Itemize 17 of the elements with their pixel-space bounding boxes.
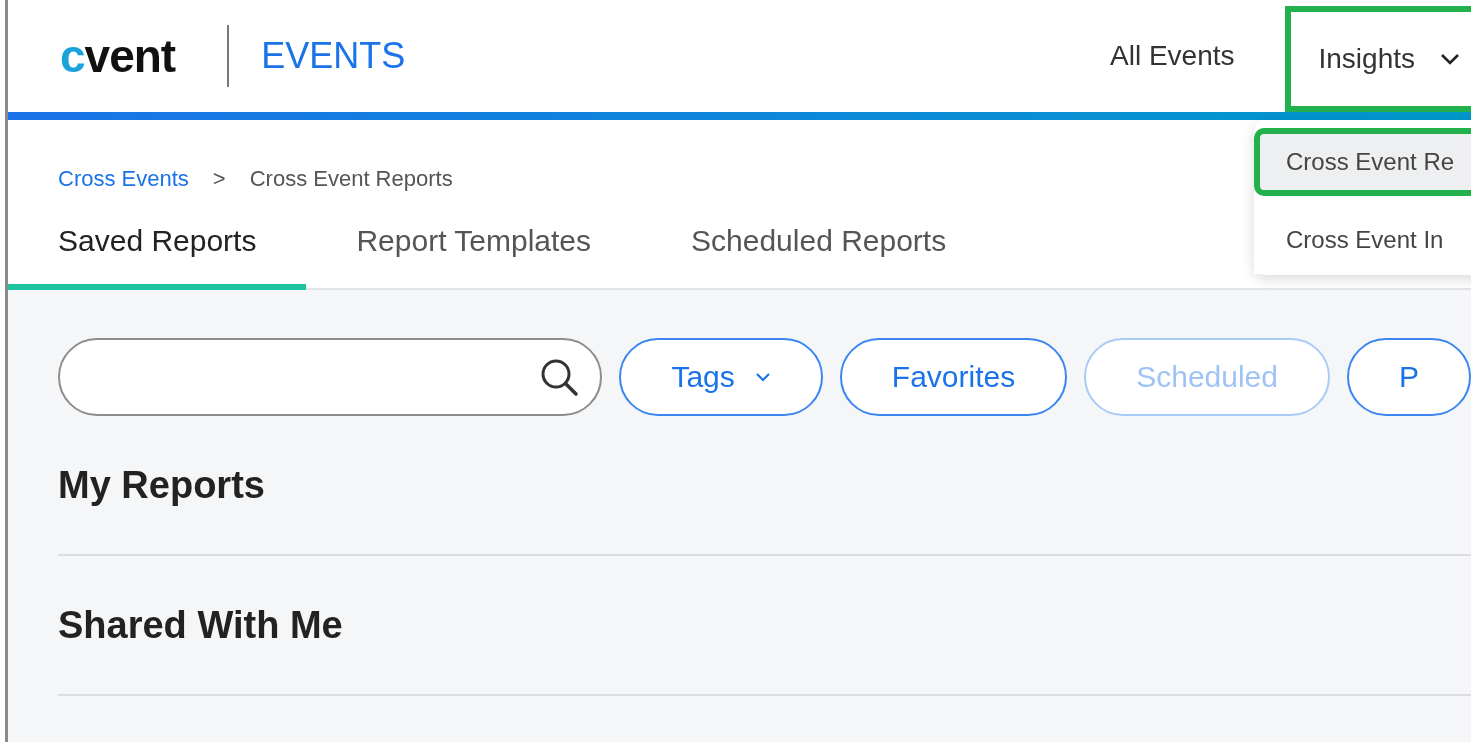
tab[interactable]: Report Templates — [306, 212, 642, 290]
breadcrumb-text: > — [212, 166, 226, 192]
nav-link[interactable]: Insights — [1284, 6, 1471, 112]
product-name: EVENTS — [261, 35, 406, 77]
breadcrumb-text: Cross Event Reports — [249, 166, 453, 192]
chevron-down-icon — [754, 372, 771, 382]
tab[interactable]: Scheduled Reports — [641, 212, 997, 290]
filter-button[interactable]: P — [1347, 338, 1471, 416]
tab[interactable]: Saved Reports — [8, 212, 307, 290]
menu-item[interactable]: Cross Event Re — [1254, 128, 1471, 196]
cvent-logo: cvent — [60, 29, 176, 83]
filter-button[interactable]: Tags — [619, 338, 823, 416]
section-heading: Shared With Me — [58, 603, 343, 647]
section-heading: My Reports — [58, 463, 265, 507]
breadcrumb-link[interactable]: Cross Events — [58, 166, 189, 192]
chevron-down-icon — [1439, 52, 1461, 66]
filter-button[interactable]: Favorites — [839, 338, 1068, 416]
